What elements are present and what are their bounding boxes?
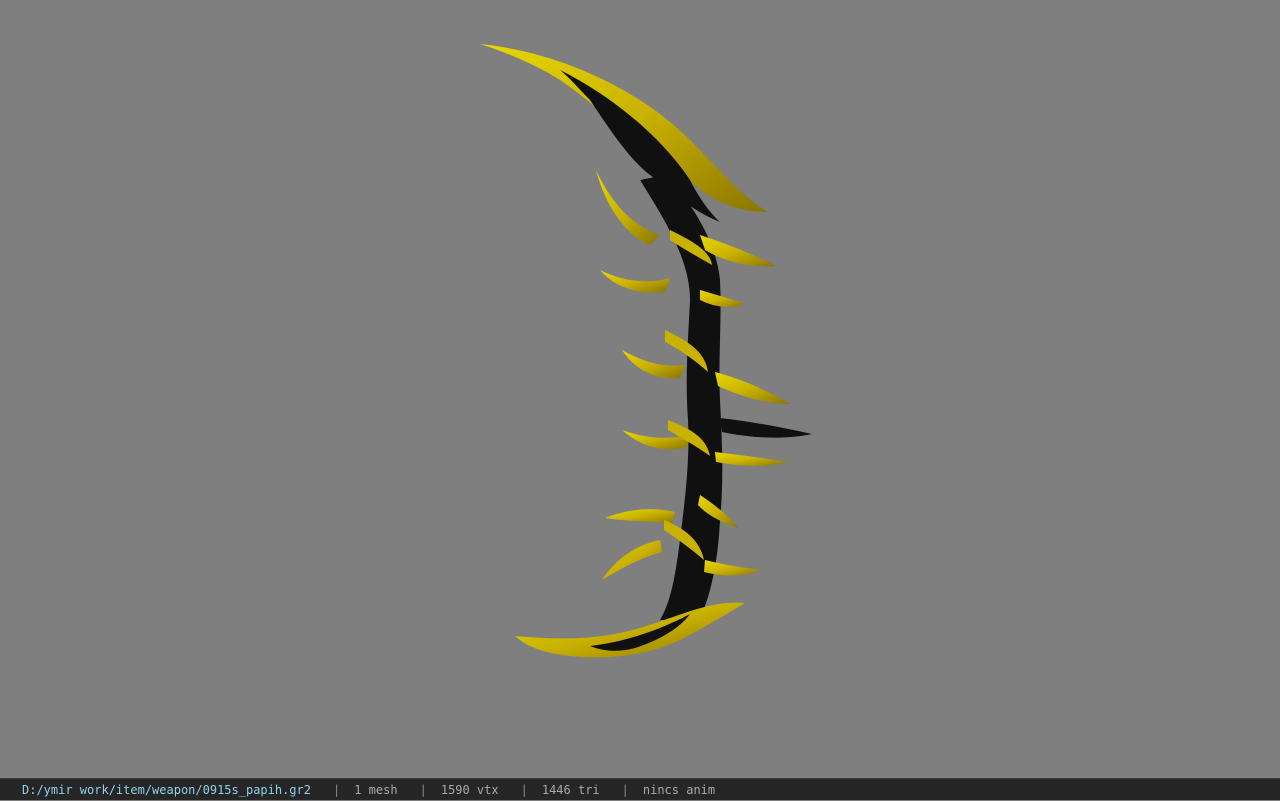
triangle-count: 1446 tri [541, 783, 600, 797]
mesh-count: 1 mesh [354, 783, 398, 797]
status-bar: D:/ymir work/item/weapon/0915s_papih.gr2… [0, 778, 1280, 800]
3d-viewport[interactable] [0, 0, 1280, 778]
separator: | [332, 783, 341, 797]
vertex-count: 1590 vtx [440, 783, 499, 797]
upper-blade-core [560, 70, 720, 222]
separator: | [621, 783, 629, 797]
animation-status: nincs anim [642, 783, 716, 797]
separator: | [520, 783, 528, 797]
separator: | [419, 783, 427, 797]
weapon-model-render [480, 44, 812, 658]
file-path: D:/ymir work/item/weapon/0915s_papih.gr2 [22, 783, 311, 797]
